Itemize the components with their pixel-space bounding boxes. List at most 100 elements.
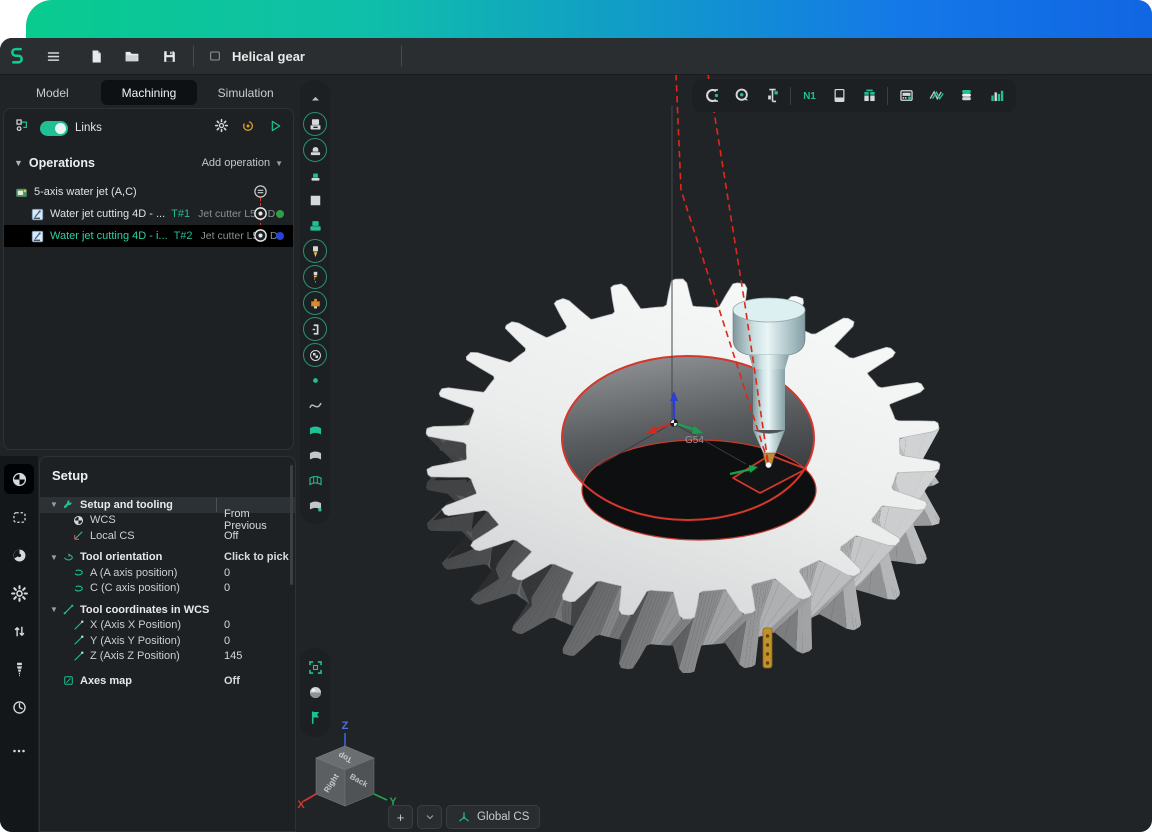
operation-row[interactable]: 5-axis water jet (A,C) [4, 181, 293, 203]
stock-box-icon[interactable] [302, 188, 328, 213]
mesh-sphere-icon[interactable] [303, 343, 327, 367]
setup-property-row[interactable]: Local CS Off [40, 528, 295, 544]
chevron-down-icon[interactable]: ▼ [50, 553, 62, 562]
setup-property-row[interactable]: C (C axis position) 0 [40, 581, 295, 597]
nc-code-icon[interactable]: N1 [797, 84, 821, 108]
surface-icon[interactable] [302, 443, 328, 468]
global-cs-button[interactable]: Global CS [446, 805, 540, 829]
links-label: Links [75, 122, 214, 134]
machine-icon[interactable] [303, 112, 327, 136]
shading-sphere-icon[interactable] [302, 680, 328, 705]
fixture-icon[interactable] [303, 138, 327, 162]
links-toggle[interactable] [40, 121, 68, 136]
open-file-icon[interactable] [119, 43, 145, 69]
curve-icon[interactable] [302, 393, 328, 418]
setup-property-row[interactable]: Y (Axis Y Position) 0 [40, 633, 295, 649]
tool-head-icon[interactable] [303, 291, 327, 315]
spindle-icon[interactable] [4, 654, 34, 684]
radius-measure-icon[interactable] [700, 84, 724, 108]
save-icon[interactable] [156, 43, 182, 69]
links-row: Links [4, 109, 293, 147]
tab-model[interactable]: Model [4, 80, 101, 105]
wcs-icon[interactable] [4, 464, 34, 494]
property-value[interactable]: 0 [224, 567, 230, 579]
tool-tip-icon[interactable] [303, 239, 327, 263]
toolbar-divider [887, 87, 888, 105]
new-file-icon[interactable] [83, 43, 109, 69]
cs-dropdown-button[interactable] [417, 805, 442, 829]
operations-header[interactable]: ▼ Operations Add operation▼ [4, 151, 293, 175]
tool-drill-icon[interactable] [303, 265, 327, 289]
operation-row[interactable]: Water jet cutting 4D - ... T#1 Jet cutte… [4, 203, 293, 225]
workpiece-icon[interactable] [302, 213, 328, 238]
group-indicator-icon[interactable] [253, 184, 268, 199]
property-value[interactable]: Off [224, 530, 238, 542]
chevron-down-icon[interactable]: ▼ [50, 605, 62, 614]
clamp-icon[interactable] [303, 317, 327, 341]
wrench-icon [62, 498, 76, 511]
selection-box-icon[interactable] [4, 502, 34, 532]
svg-text:N1: N1 [803, 91, 816, 102]
run-simulation-icon[interactable] [267, 118, 283, 139]
jet-stream [763, 628, 772, 668]
feed-rate-icon[interactable] [4, 692, 34, 722]
sort-arrows-icon[interactable] [4, 616, 34, 646]
tab-simulation[interactable]: Simulation [197, 80, 294, 105]
app-logo[interactable] [4, 43, 30, 69]
property-value[interactable]: 0 [224, 635, 230, 647]
property-label: Axes map [80, 675, 295, 687]
mesh-surface-icon[interactable] [302, 468, 328, 493]
control-panel-icon[interactable] [894, 84, 918, 108]
setup-property-row[interactable]: ▼ Tool orientation Click to pick [40, 550, 295, 566]
property-value[interactable]: 0 [224, 619, 230, 631]
layers-icon[interactable] [954, 84, 978, 108]
operation-link-indicator[interactable] [253, 228, 268, 243]
add-operation-button[interactable]: Add operation▼ [202, 157, 283, 169]
chevron-down-icon [424, 811, 436, 823]
flag-icon[interactable] [302, 705, 328, 730]
postprocessor-icon[interactable] [240, 118, 256, 139]
rotate-a-icon [72, 566, 86, 579]
setup-property-row[interactable]: X (Axis X Position) 0 [40, 618, 295, 634]
distance-measure-icon[interactable] [730, 84, 754, 108]
axis-z-label: Z [342, 720, 349, 732]
tab-machining[interactable]: Machining [101, 80, 198, 105]
property-value[interactable]: 145 [224, 650, 242, 662]
setup-property-row[interactable]: WCS From Previous [40, 513, 295, 529]
wcs-label: G54 [685, 435, 704, 446]
operations-panel: Links ▼ Operations Add operation▼ 5-axis… [3, 108, 294, 450]
axes-map-icon [62, 674, 76, 687]
settings-icon[interactable] [4, 578, 34, 608]
setup-property-row[interactable]: A (A axis position) 0 [40, 565, 295, 581]
signal-wave-icon[interactable] [924, 84, 948, 108]
menu-icon[interactable] [40, 43, 66, 69]
setup-property-row[interactable]: Z (Axis Z Position) 145 [40, 649, 295, 665]
property-label: Z (Axis Z Position) [90, 650, 295, 662]
settings-gear-icon[interactable] [214, 118, 229, 138]
tab-icon[interactable] [202, 43, 228, 69]
property-value[interactable]: Off [224, 675, 240, 687]
sheet-icon[interactable] [827, 84, 851, 108]
property-value[interactable]: Click to pick [224, 551, 289, 563]
statistics-icon[interactable] [984, 84, 1008, 108]
caliper-icon[interactable] [760, 84, 784, 108]
add-cs-button[interactable]: + [388, 805, 413, 829]
operation-link-indicator[interactable] [253, 206, 268, 221]
tool-table-icon[interactable] [857, 84, 881, 108]
more-icon[interactable] [4, 736, 34, 766]
workpiece-small-icon[interactable] [302, 163, 328, 188]
chevron-down-icon[interactable]: ▼ [50, 500, 62, 509]
tool-disc-icon[interactable] [4, 540, 34, 570]
setup-property-row[interactable]: Axes map Off [40, 673, 295, 689]
property-label: Local CS [90, 530, 295, 542]
operation-row[interactable]: Water jet cutting 4D - i... T#2 Jet cutt… [4, 225, 293, 247]
scrollbar[interactable] [290, 465, 293, 585]
solid-body-icon[interactable] [302, 493, 328, 518]
fit-view-icon[interactable] [302, 655, 328, 680]
point-icon[interactable] [302, 368, 328, 393]
property-value[interactable]: 0 [224, 582, 230, 594]
surface-selected-icon[interactable] [302, 418, 328, 443]
titlebar-separator [193, 46, 194, 66]
collapse-up-icon[interactable] [302, 86, 328, 111]
setup-property-row[interactable]: ▼ Tool coordinates in WCS [40, 602, 295, 618]
